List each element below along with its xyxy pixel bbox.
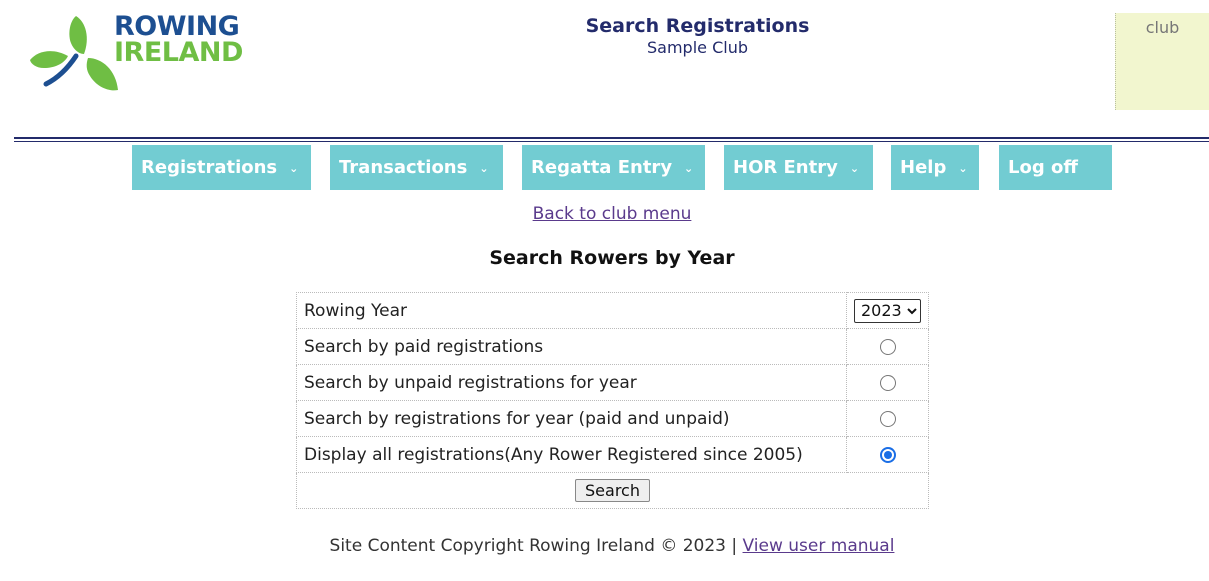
search-button[interactable]: Search: [575, 479, 650, 502]
club-name: Sample Club: [647, 38, 748, 57]
nav-label: Log off: [1008, 157, 1078, 178]
button-cell: Search: [296, 472, 929, 509]
year-label: Rowing Year: [296, 292, 847, 329]
nav-registrations[interactable]: Registrations ⌄: [132, 145, 311, 190]
nav-label: Transactions: [339, 157, 468, 178]
nav-label: Registrations: [141, 157, 278, 178]
rowing-year-select[interactable]: 2023: [854, 298, 921, 323]
back-link-container: Back to club menu: [0, 204, 1209, 224]
nav-label: Help: [900, 157, 947, 178]
page-title: Search Registrations: [585, 15, 810, 37]
radio-cell: [846, 436, 929, 473]
view-user-manual-link[interactable]: View user manual: [743, 536, 895, 556]
radio-cell: [846, 400, 929, 437]
back-to-club-menu-link[interactable]: Back to club menu: [533, 204, 692, 224]
header-divider: [14, 137, 1209, 139]
logo-text-ireland: IRELAND: [114, 37, 243, 68]
table-row: Search by registrations for year (paid a…: [296, 400, 929, 437]
table-row: Search: [296, 472, 929, 509]
table-row: Display all registrations(Any Rower Regi…: [296, 436, 929, 473]
page-header: Search Registrations Sample Club: [500, 14, 895, 58]
radio-cell: [846, 364, 929, 401]
chevron-down-icon: ⌄: [289, 162, 299, 175]
radio-all-year[interactable]: [879, 410, 896, 427]
header-divider-thin: [14, 141, 1209, 142]
option-label-all-year: Search by registrations for year (paid a…: [296, 400, 847, 437]
section-title: Search Rowers by Year: [489, 247, 735, 269]
radio-display-all[interactable]: [879, 446, 896, 463]
option-label-display-all: Display all registrations(Any Rower Regi…: [296, 436, 847, 473]
table-row: Search by paid registrations: [296, 328, 929, 365]
nav-log-off[interactable]: Log off: [999, 145, 1112, 190]
option-label-paid: Search by paid registrations: [296, 328, 847, 365]
search-form-table: Rowing Year 2023 Search by paid registra…: [296, 292, 929, 509]
radio-unpaid[interactable]: [879, 374, 896, 391]
radio-paid[interactable]: [879, 338, 896, 355]
chevron-down-icon: ⌄: [849, 162, 860, 175]
nav-hor-entry[interactable]: HOR Entry ⌄: [724, 145, 873, 190]
nav-regatta-entry[interactable]: Regatta Entry ⌄: [522, 145, 705, 190]
club-badge: club: [1115, 13, 1209, 110]
nav-label: Regatta Entry: [531, 157, 673, 178]
nav-transactions[interactable]: Transactions ⌄: [330, 145, 503, 190]
chevron-down-icon: ⌄: [684, 162, 694, 175]
table-row: Search by unpaid registrations for year: [296, 364, 929, 401]
option-label-unpaid: Search by unpaid registrations for year: [296, 364, 847, 401]
nav-help[interactable]: Help ⌄: [891, 145, 979, 190]
copyright-text: Site Content Copyright Rowing Ireland © …: [329, 536, 738, 556]
footer: Site Content Copyright Rowing Ireland © …: [0, 536, 1209, 556]
table-row: Rowing Year 2023: [296, 292, 929, 329]
nav-label: HOR Entry: [733, 157, 838, 178]
chevron-down-icon: ⌄: [958, 162, 968, 175]
chevron-down-icon: ⌄: [479, 162, 489, 175]
radio-cell: [846, 328, 929, 365]
year-cell: 2023: [846, 292, 929, 329]
